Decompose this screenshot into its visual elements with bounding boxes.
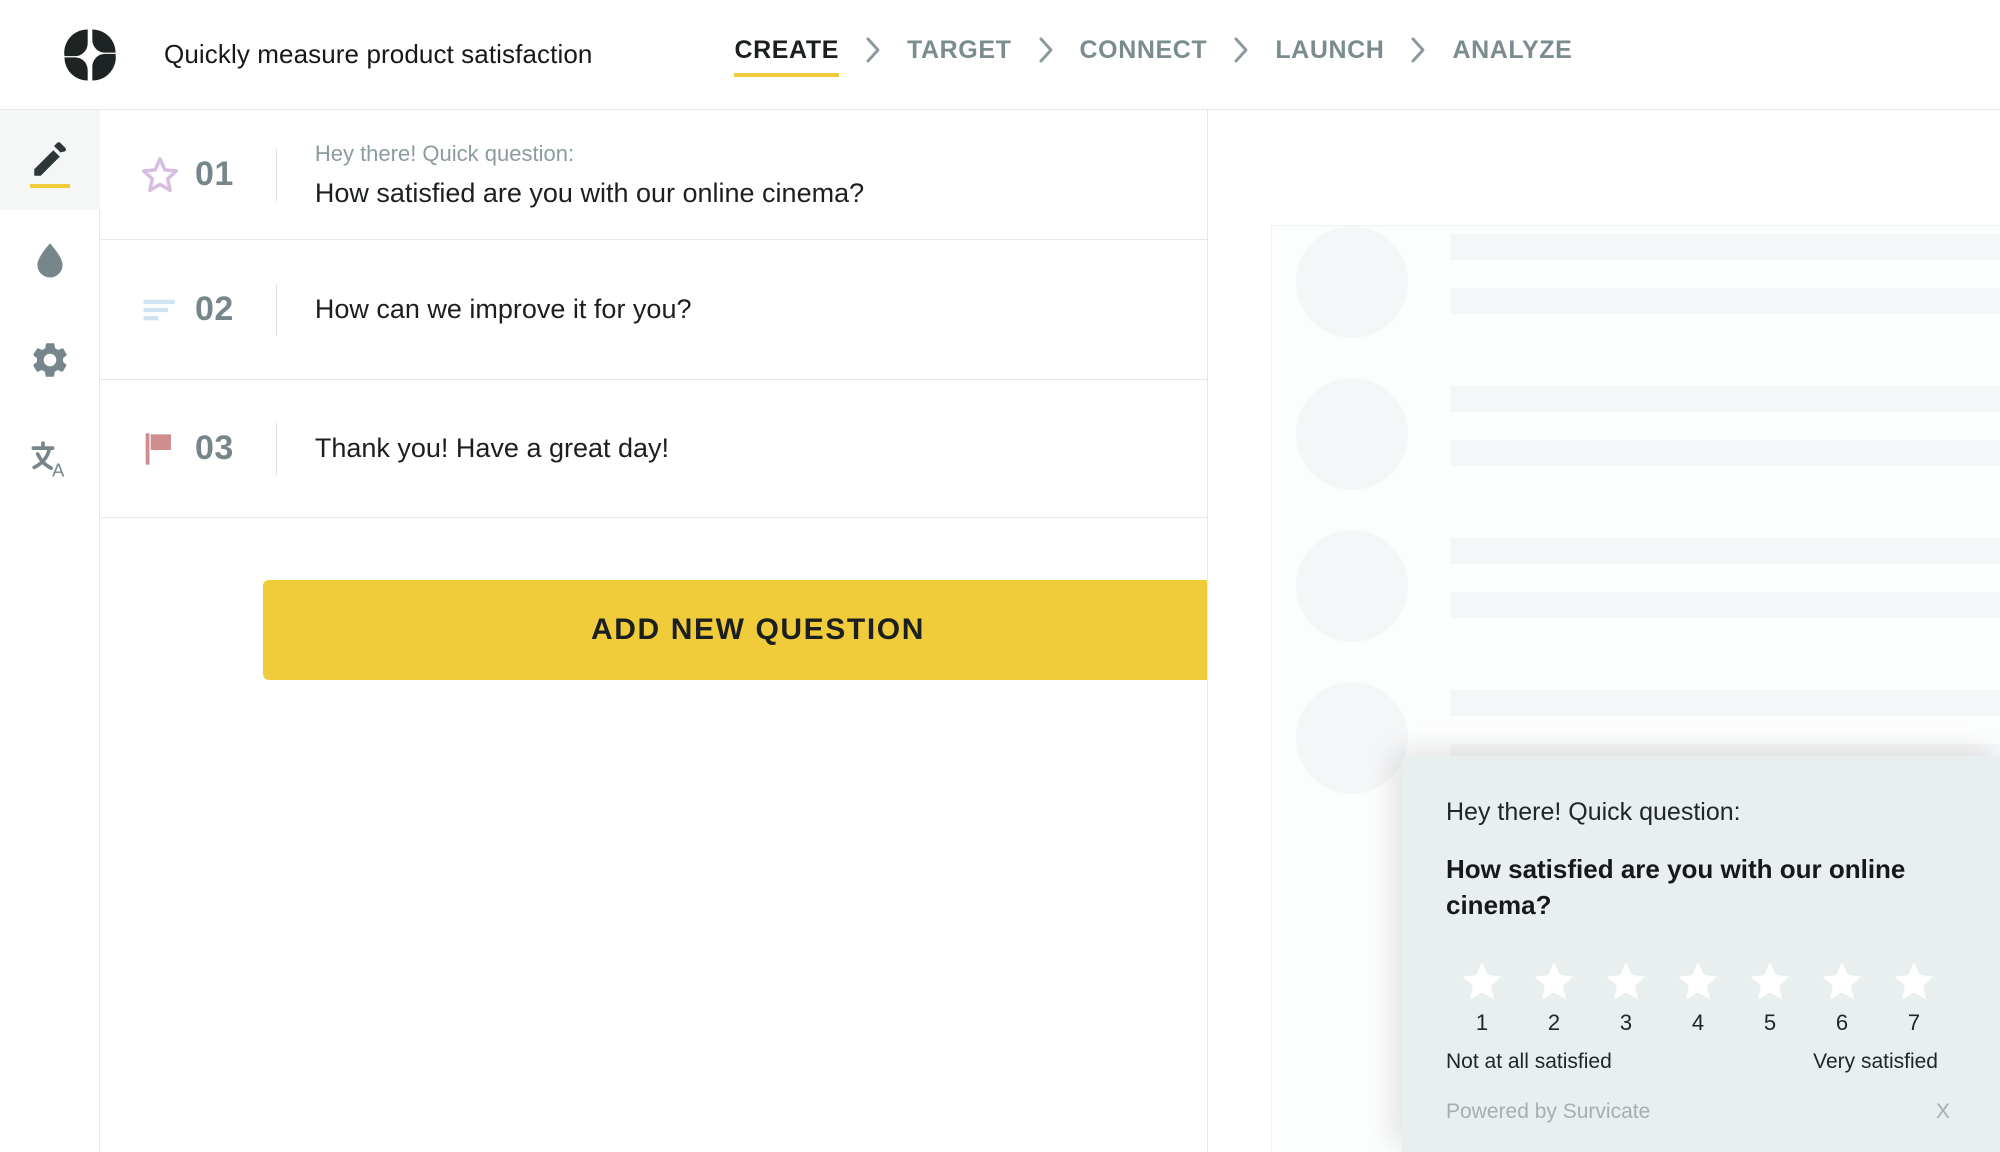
question-number: 03 <box>195 429 234 467</box>
add-new-question-button[interactable]: ADD NEW QUESTION <box>263 580 1207 680</box>
skeleton-avatar <box>1296 226 1408 338</box>
chevron-right-icon-4 <box>1408 34 1428 66</box>
svg-text:A: A <box>52 459 65 480</box>
close-icon[interactable]: X <box>1930 1098 1956 1126</box>
flag-icon <box>137 426 183 472</box>
star-icon <box>1462 961 1502 999</box>
question-row[interactable]: 02 How can we improve it for you? <box>101 240 1207 380</box>
row-divider <box>275 283 277 336</box>
add-question-area: ADD NEW QUESTION <box>101 518 1207 680</box>
chevron-right-icon-1 <box>863 34 883 66</box>
skeleton-block <box>1296 378 2000 490</box>
star-rating-option-5[interactable]: 5 <box>1734 960 1806 1036</box>
skeleton-lines <box>1450 226 2000 314</box>
question-number: 01 <box>195 155 234 193</box>
skeleton-lines <box>1450 378 2000 466</box>
star-rating-option-4[interactable]: 4 <box>1662 960 1734 1036</box>
pencil-icon <box>34 142 66 176</box>
skeleton-line <box>1450 592 2000 618</box>
skeleton-avatar <box>1296 682 1408 794</box>
scale-low-label: Not at all satisfied <box>1446 1049 1612 1073</box>
step-analyze[interactable]: ANALYZE <box>1450 32 1574 77</box>
star-rating-label: 3 <box>1619 1009 1633 1035</box>
star-rating-option-2[interactable]: 2 <box>1518 960 1590 1036</box>
star-rating-label: 1 <box>1475 1009 1489 1035</box>
star-icon <box>1822 961 1862 999</box>
skeleton-lines <box>1450 530 2000 618</box>
star-icon <box>1534 961 1574 999</box>
question-text-group: How can we improve it for you? <box>315 292 692 327</box>
star-rating-label: 6 <box>1835 1009 1849 1035</box>
skeleton-line <box>1450 690 2000 716</box>
chevron-right-icon-3 <box>1231 34 1251 66</box>
survey-widget-preview: Hey there! Quick question: How satisfied… <box>1402 756 2000 1152</box>
survey-title: Quickly measure product satisfaction <box>164 39 593 69</box>
droplet-icon <box>37 243 63 278</box>
question-title: How can we improve it for you? <box>314 293 692 324</box>
sidebar-item-settings[interactable] <box>0 310 100 410</box>
star-icon <box>137 152 183 198</box>
star-rating-option-1[interactable]: 1 <box>1446 960 1518 1036</box>
star-rating-option-3[interactable]: 3 <box>1590 960 1662 1036</box>
skeleton-avatar <box>1296 378 1408 490</box>
sidebar-item-translate[interactable]: A <box>0 410 100 510</box>
row-divider <box>275 148 277 201</box>
top-bar: Quickly measure product satisfaction CRE… <box>0 0 2000 110</box>
row-divider <box>275 422 277 475</box>
question-text-group: Thank you! Have a great day! <box>315 431 669 466</box>
question-row[interactable]: 01 Hey there! Quick question: How satisf… <box>101 110 1207 240</box>
star-rating-label: 2 <box>1547 1009 1561 1035</box>
logo-wrap <box>40 26 140 84</box>
question-title: How satisfied are you with our online ci… <box>314 178 865 209</box>
skeleton-line <box>1450 288 2000 314</box>
star-icon <box>1606 961 1646 999</box>
step-target[interactable]: TARGET <box>905 32 1014 77</box>
star-icon <box>1678 961 1718 999</box>
survicate-logo[interactable] <box>61 26 119 84</box>
question-intro: Hey there! Quick question: <box>314 140 575 166</box>
star-rating-label: 5 <box>1763 1009 1777 1035</box>
sidebar-item-design[interactable] <box>0 210 100 310</box>
star-rating-option-6[interactable]: 6 <box>1806 960 1878 1036</box>
question-text-group: Hey there! Quick question: How satisfied… <box>315 138 864 212</box>
question-title: Thank you! Have a great day! <box>314 432 670 463</box>
step-create[interactable]: CREATE <box>732 32 841 77</box>
question-editor-panel: 01 Hey there! Quick question: How satisf… <box>101 110 1208 1152</box>
step-launch[interactable]: LAUNCH <box>1273 32 1386 77</box>
chevron-right-icon-2 <box>1036 34 1056 66</box>
scale-endpoint-labels: Not at all satisfied Very satisfied <box>1446 1050 1938 1074</box>
skeleton-block <box>1296 226 2000 338</box>
sidebar-rail: A <box>0 110 100 1152</box>
star-rating-scale: 1 2 3 4 5 6 7 <box>1446 960 1956 1036</box>
star-rating-label: 4 <box>1691 1009 1705 1035</box>
star-rating-label: 7 <box>1907 1009 1921 1035</box>
gear-icon <box>33 343 67 377</box>
text-lines-icon <box>137 287 183 333</box>
question-number: 02 <box>195 290 234 328</box>
skeleton-line <box>1450 234 2000 260</box>
skeleton-line <box>1450 440 2000 466</box>
widget-footer: Powered by Survicate X <box>1446 1098 1956 1126</box>
skeleton-line <box>1450 386 2000 412</box>
star-icon <box>1750 961 1790 999</box>
step-nav: CREATE TARGET CONNECT LAUNCH ANALYZE <box>732 32 1574 77</box>
question-row[interactable]: 03 Thank you! Have a great day! <box>101 380 1207 518</box>
star-rating-option-7[interactable]: 7 <box>1878 960 1950 1036</box>
widget-intro: Hey there! Quick question: <box>1446 798 1741 826</box>
widget-question: How satisfied are you with our online ci… <box>1446 853 1906 920</box>
translate-icon: A <box>31 441 65 480</box>
star-icon <box>1894 961 1934 999</box>
skeleton-line <box>1450 538 2000 564</box>
sidebar-item-edit[interactable] <box>0 110 100 210</box>
step-connect[interactable]: CONNECT <box>1078 32 1210 77</box>
skeleton-avatar <box>1296 530 1408 642</box>
scale-high-label: Very satisfied <box>1813 1049 1938 1073</box>
skeleton-block <box>1296 530 2000 642</box>
powered-by-link[interactable]: Powered by Survicate <box>1446 1100 1650 1124</box>
